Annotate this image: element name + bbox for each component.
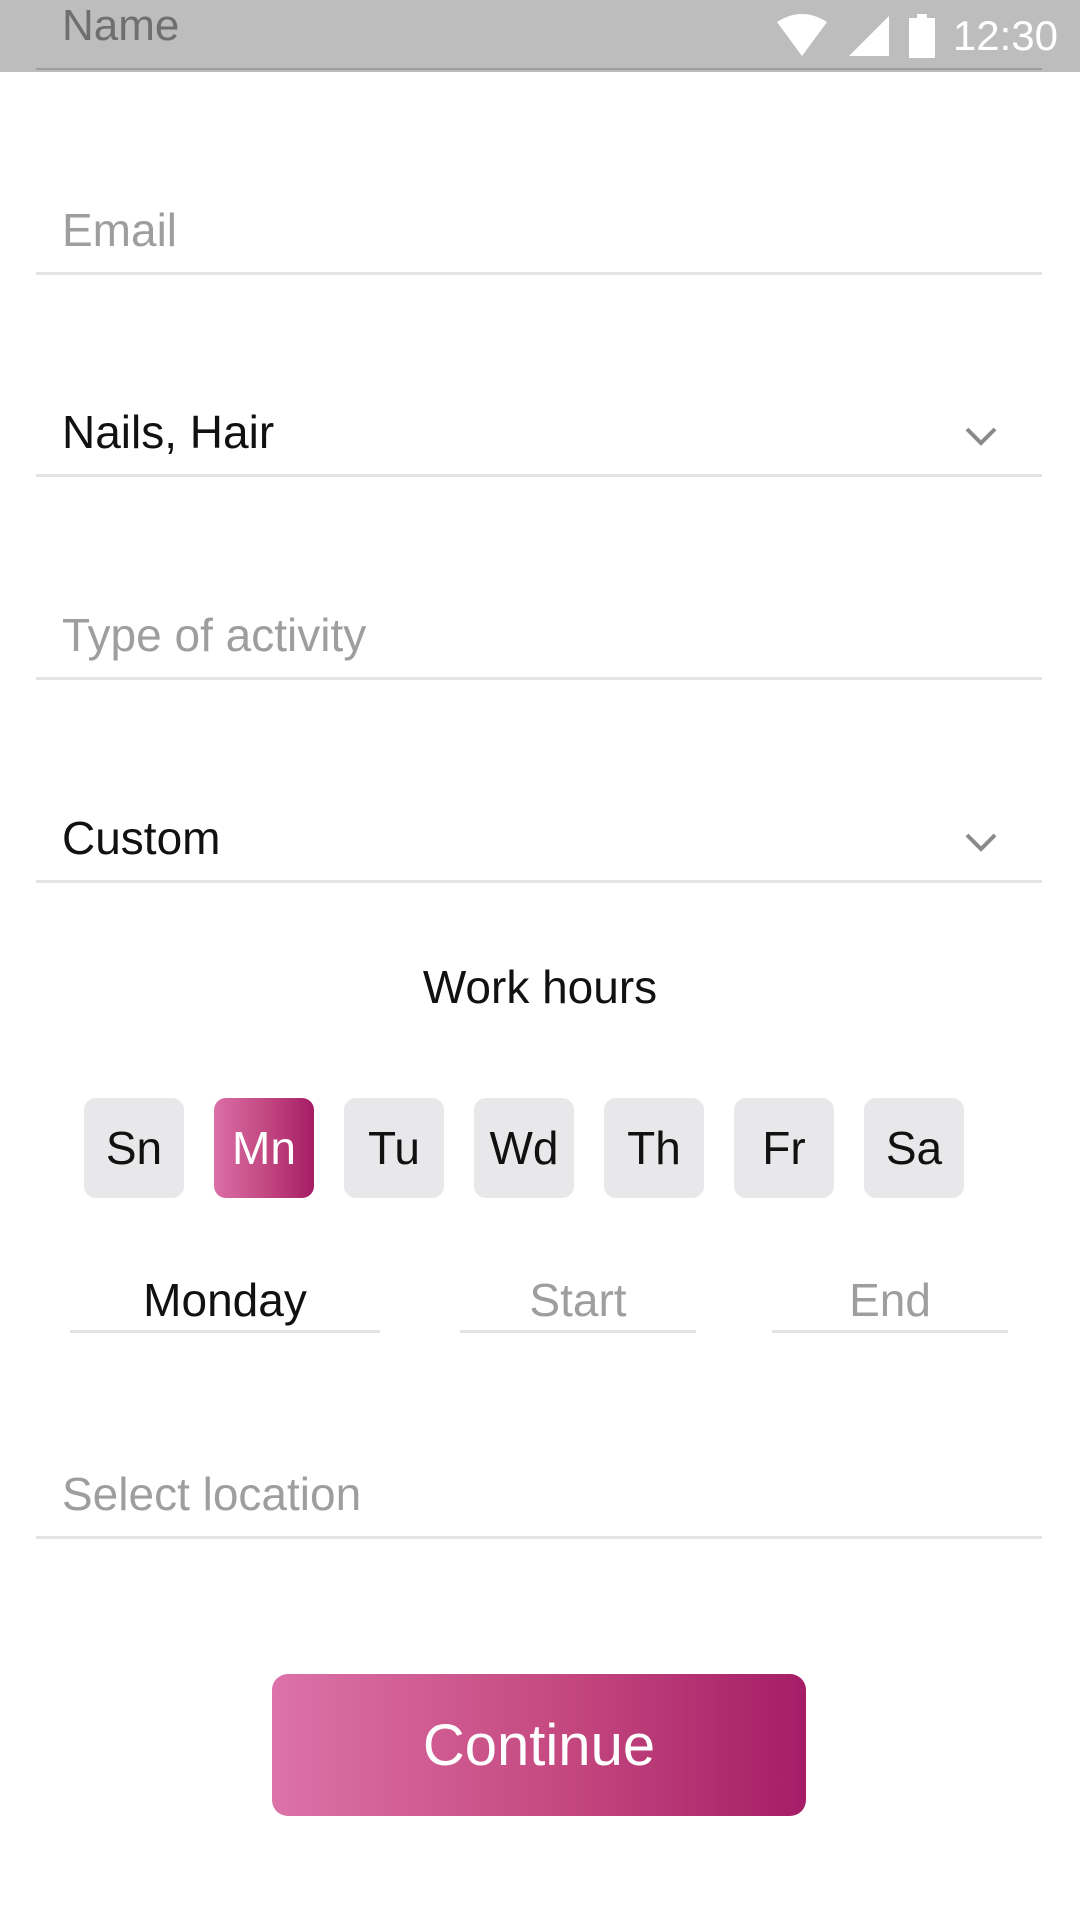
- name-field-underline: [36, 68, 1042, 70]
- continue-button[interactable]: Continue: [272, 1674, 806, 1816]
- day-chip-saturday[interactable]: Sa: [864, 1098, 964, 1198]
- day-chip-friday[interactable]: Fr: [734, 1098, 834, 1198]
- day-chip-wednesday[interactable]: Wd: [474, 1098, 574, 1198]
- location-field[interactable]: Select location: [36, 1456, 1042, 1539]
- activity-field[interactable]: Type of activity: [36, 597, 1042, 680]
- name-field-placeholder[interactable]: Name: [62, 0, 179, 52]
- status-icons: 12:30: [775, 10, 1058, 62]
- category-value: Nails, Hair: [62, 406, 275, 458]
- location-placeholder: Select location: [62, 1468, 362, 1520]
- work-hours-title: Work hours: [422, 961, 658, 1013]
- signal-icon: [848, 16, 889, 56]
- day-chip-monday[interactable]: Mn: [214, 1098, 314, 1198]
- day-chip-thursday[interactable]: Th: [604, 1098, 704, 1198]
- status-bar: Name 12:30: [0, 0, 1080, 72]
- status-time: 12:30: [952, 12, 1058, 59]
- chevron-down-icon: [965, 427, 997, 446]
- schedule-type-value: Custom: [62, 812, 221, 864]
- chevron-down-icon: [965, 833, 997, 852]
- category-dropdown[interactable]: Nails, Hair: [36, 394, 1042, 477]
- email-placeholder: Email: [62, 204, 178, 256]
- day-selector: Sn Mn Tu Wd Th Fr Sa: [84, 1098, 964, 1198]
- email-field[interactable]: Email: [36, 192, 1042, 275]
- wifi-icon: [776, 14, 827, 56]
- day-chip-sunday[interactable]: Sn: [84, 1098, 184, 1198]
- activity-placeholder: Type of activity: [62, 609, 367, 661]
- schedule-type-dropdown[interactable]: Custom: [36, 800, 1042, 883]
- selected-day-field[interactable]: Monday: [70, 1270, 380, 1333]
- end-time-field[interactable]: End: [772, 1270, 1008, 1333]
- day-chip-tuesday[interactable]: Tu: [344, 1098, 444, 1198]
- battery-icon: [908, 14, 935, 58]
- start-time-field[interactable]: Start: [460, 1270, 696, 1333]
